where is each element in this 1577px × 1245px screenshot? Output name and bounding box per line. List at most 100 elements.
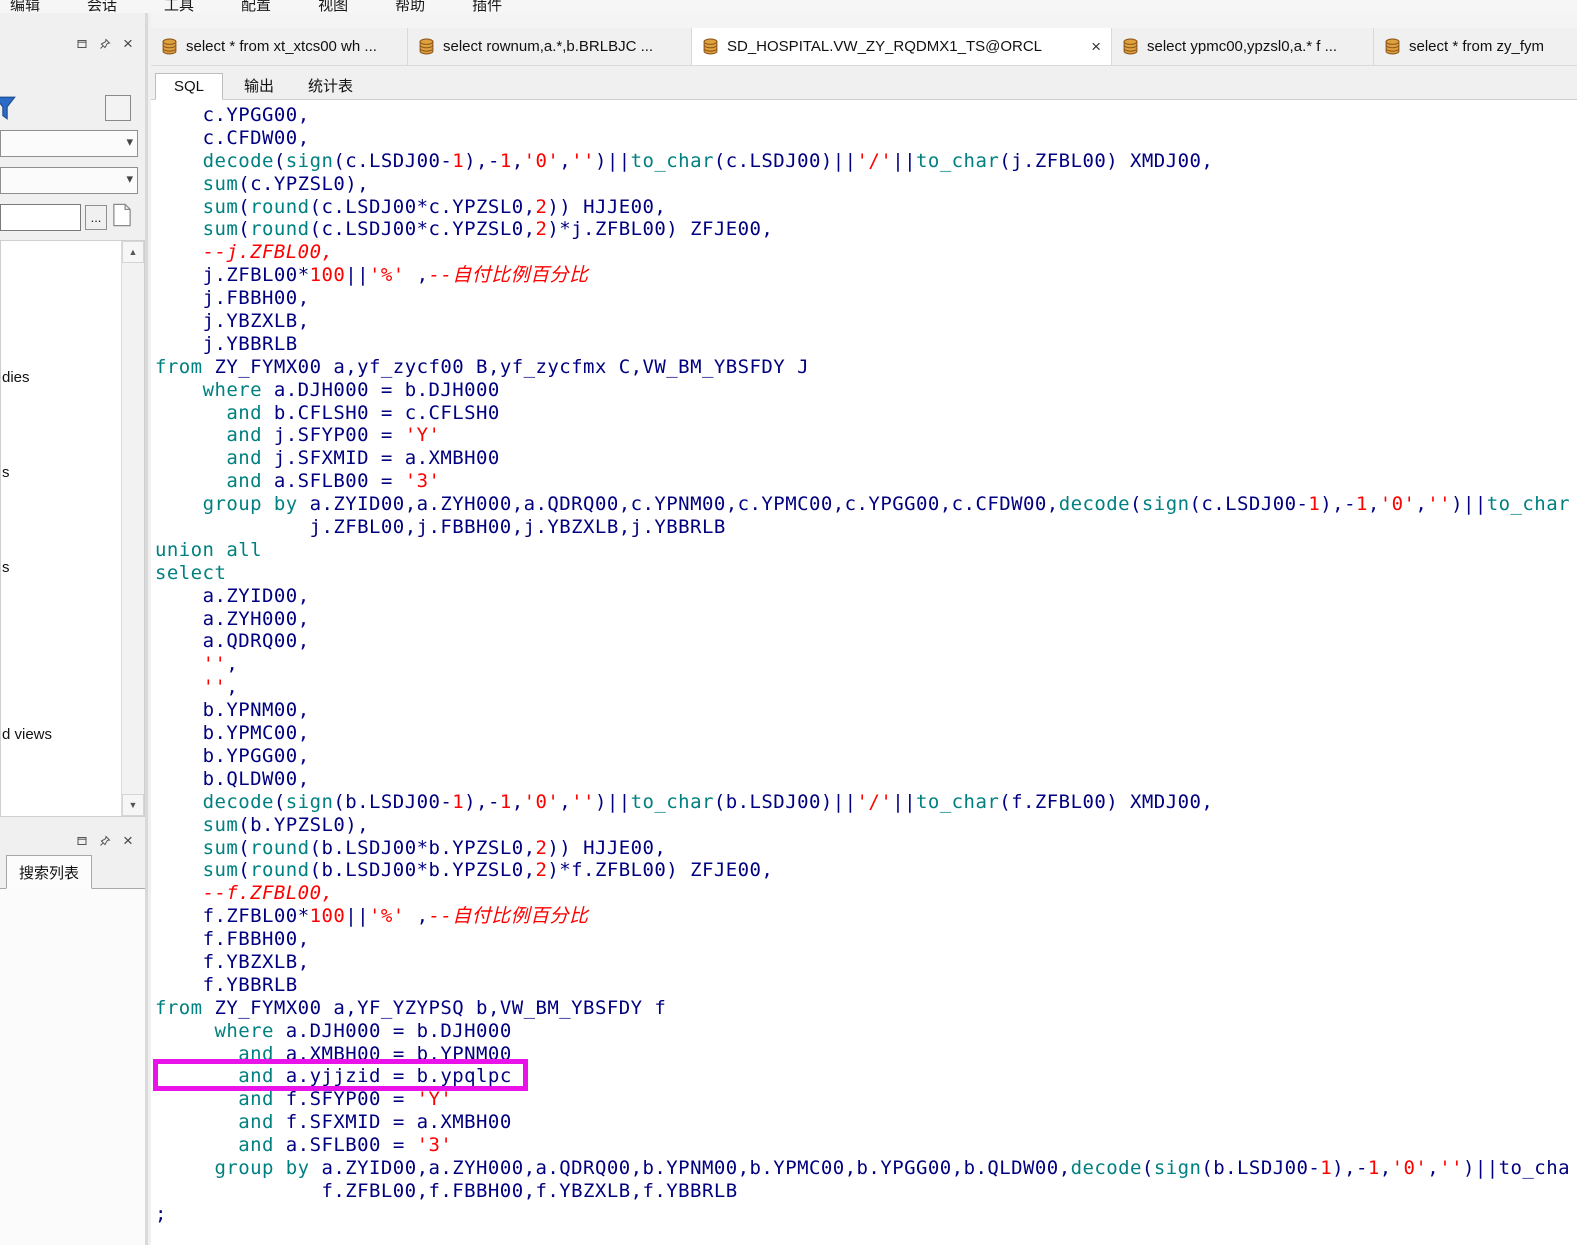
code-line[interactable]: from ZY_FYMX00 a,yf_zycf00 B,yf_zycfmx C… [155, 356, 1577, 379]
code-line[interactable]: j.YBBRLB [155, 333, 1577, 356]
tab-stats[interactable]: 统计表 [295, 72, 366, 99]
code-line[interactable]: and a.XMBH00 = b.YPNM00 [155, 1043, 1577, 1066]
menu-item-session[interactable]: 会话 [87, 0, 117, 13]
code-line[interactable]: j.ZFBL00,j.FBBH00,j.YBZXLB,j.YBBRLB [155, 516, 1577, 539]
tab-document-5[interactable]: select * from zy_fym [1374, 28, 1577, 65]
tab-document-1[interactable]: select * from xt_xtcs00 wh ... [151, 28, 408, 65]
tab-document-3-active[interactable]: SD_HOSPITAL.VW_ZY_RQDMX1_TS@ORCL × [692, 28, 1112, 65]
browser-find-input[interactable] [0, 204, 81, 231]
tree-scrollbar[interactable]: ▲ ▼ [121, 241, 144, 816]
code-line[interactable]: a.ZYID00, [155, 585, 1577, 608]
toolbar-gap [151, 13, 1577, 28]
code-line[interactable]: c.CFDW00, [155, 127, 1577, 150]
tree-item[interactable]: d views [2, 726, 52, 743]
code-line[interactable]: and a.SFLB00 = '3' [155, 1134, 1577, 1157]
code-line[interactable]: sum(round(c.LSDJ00*c.YPZSL0,2)) HJJE00, [155, 196, 1577, 219]
menu-item-config[interactable]: 配置 [241, 0, 271, 13]
code-line[interactable]: sum(b.YPZSL0), [155, 814, 1577, 837]
code-line[interactable]: where a.DJH000 = b.DJH000 [155, 379, 1577, 402]
tab-search-list[interactable]: 搜索列表 [6, 855, 93, 889]
menu-item-plugins[interactable]: 插件 [472, 0, 502, 13]
object-tree[interactable]: dies s s d views ▲ ▼ [0, 240, 145, 817]
tree-item[interactable]: s [2, 559, 10, 576]
database-icon [418, 38, 435, 55]
code-line[interactable]: decode(sign(c.LSDJ00-1),-1,'0','')||to_c… [155, 150, 1577, 173]
code-line[interactable]: where a.DJH000 = b.DJH000 [155, 1020, 1577, 1043]
code-line[interactable]: j.FBBH00, [155, 287, 1577, 310]
tab-label: select * from xt_xtcs00 wh ... [186, 38, 377, 55]
browse-ellipsis-button[interactable]: ... [85, 205, 107, 230]
pin-icon[interactable] [98, 834, 112, 848]
browser-option-button[interactable] [105, 95, 131, 121]
code-line[interactable]: '', [155, 676, 1577, 699]
code-line[interactable]: group by a.ZYID00,a.ZYH000,a.QDRQ00,b.YP… [155, 1157, 1577, 1180]
browser-folder-select[interactable]: ▾ [0, 167, 138, 194]
tree-item[interactable]: s [2, 464, 10, 481]
code-line[interactable]: a.ZYH000, [155, 608, 1577, 631]
code-line[interactable]: f.FBBH00, [155, 928, 1577, 951]
code-line[interactable]: f.YBZXLB, [155, 951, 1577, 974]
code-line[interactable]: and b.CFLSH0 = c.CFLSH0 [155, 402, 1577, 425]
code-line[interactable]: --j.ZFBL00, [155, 241, 1577, 264]
code-line[interactable]: f.YBBRLB [155, 974, 1577, 997]
code-line[interactable]: j.YBZXLB, [155, 310, 1577, 333]
object-browser-sidebar: × ▾ ▾ ... dies s s d views ▲ ▼ × 搜索列表 [0, 13, 148, 1245]
menu-item-tools[interactable]: 工具 [164, 0, 194, 13]
tab-sql[interactable]: SQL [155, 73, 224, 100]
code-line[interactable]: sum(round(b.LSDJ00*b.YPZSL0,2)) HJJE00, [155, 837, 1577, 860]
browser-filter-select[interactable]: ▾ [0, 130, 138, 157]
scroll-up-icon[interactable]: ▲ [122, 241, 144, 263]
menu-item-view[interactable]: 视图 [318, 0, 348, 13]
tab-document-2[interactable]: select rownum,a.*,b.BRLBJC ... [408, 28, 692, 65]
code-line[interactable]: and f.SFXMID = a.XMBH00 [155, 1111, 1577, 1134]
code-line[interactable]: select [155, 562, 1577, 585]
code-line[interactable]: b.YPNM00, [155, 699, 1577, 722]
code-line[interactable]: b.YPGG00, [155, 745, 1577, 768]
code-line[interactable]: sum(round(b.LSDJ00*b.YPZSL0,2)*f.ZFBL00)… [155, 859, 1577, 882]
tab-document-4[interactable]: select ypmc00,ypzsl0,a.* f ... [1112, 28, 1374, 65]
code-line[interactable]: ; [155, 1203, 1577, 1226]
menu-item-edit[interactable]: 编辑 [10, 0, 40, 13]
pin-icon[interactable] [98, 37, 112, 51]
code-line[interactable]: --f.ZFBL00, [155, 882, 1577, 905]
close-tab-icon[interactable]: × [1083, 38, 1101, 55]
database-icon [161, 38, 178, 55]
tab-output[interactable]: 输出 [231, 72, 287, 99]
code-line[interactable]: from ZY_FYMX00 a,YF_YZYPSQ b,VW_BM_YBSFD… [155, 997, 1577, 1020]
tree-item[interactable]: dies [2, 369, 30, 386]
filter-icon[interactable] [0, 95, 16, 121]
code-line[interactable]: and j.SFYP00 = 'Y' [155, 424, 1577, 447]
code-line[interactable]: b.QLDW00, [155, 768, 1577, 791]
code-line[interactable]: decode(sign(b.LSDJ00-1),-1,'0','')||to_c… [155, 791, 1577, 814]
menu-bar: 编辑 会话 工具 配置 视图 帮助 插件 [0, 0, 1577, 13]
code-line[interactable]: a.QDRQ00, [155, 630, 1577, 653]
close-icon[interactable]: × [121, 35, 135, 52]
menu-item-help[interactable]: 帮助 [395, 0, 425, 13]
restore-icon[interactable] [75, 834, 89, 848]
chevron-down-icon: ▾ [126, 171, 133, 186]
code-line[interactable]: b.YPMC00, [155, 722, 1577, 745]
code-line[interactable]: sum(round(c.LSDJ00*c.YPZSL0,2)*j.ZFBL00)… [155, 218, 1577, 241]
code-line[interactable]: and a.SFLB00 = '3' [155, 470, 1577, 493]
code-line[interactable]: '', [155, 653, 1577, 676]
close-icon[interactable]: × [121, 832, 135, 849]
search-list-panel [0, 889, 145, 1245]
code-line[interactable]: j.ZFBL00*100||'%' ,--自付比例百分比 [155, 264, 1577, 287]
code-line[interactable]: f.ZFBL00*100||'%' ,--自付比例百分比 [155, 905, 1577, 928]
code-line[interactable]: and j.SFXMID = a.XMBH00 [155, 447, 1577, 470]
database-icon [702, 38, 719, 55]
sql-editor[interactable]: c.YPGG00, c.CFDW00, decode(sign(c.LSDJ00… [151, 100, 1577, 1245]
code-line[interactable]: f.ZFBL00,f.FBBH00,f.YBZXLB,f.YBBRLB [155, 1180, 1577, 1203]
code-line[interactable]: sum(c.YPZSL0), [155, 173, 1577, 196]
code-line[interactable]: and f.SFYP00 = 'Y' [155, 1088, 1577, 1111]
sql-code: c.YPGG00, c.CFDW00, decode(sign(c.LSDJ00… [153, 104, 1577, 1226]
scroll-down-icon[interactable]: ▼ [122, 794, 144, 816]
code-line[interactable]: and a.yjjzid = b.ypqlpc [155, 1065, 1577, 1088]
code-line[interactable]: group by a.ZYID00,a.ZYH000,a.QDRQ00,c.YP… [155, 493, 1577, 516]
new-file-icon[interactable] [112, 202, 132, 228]
code-line[interactable]: union all [155, 539, 1577, 562]
restore-icon[interactable] [75, 37, 89, 51]
code-line[interactable]: c.YPGG00, [155, 104, 1577, 127]
database-icon [1384, 38, 1401, 55]
database-icon [1122, 38, 1139, 55]
